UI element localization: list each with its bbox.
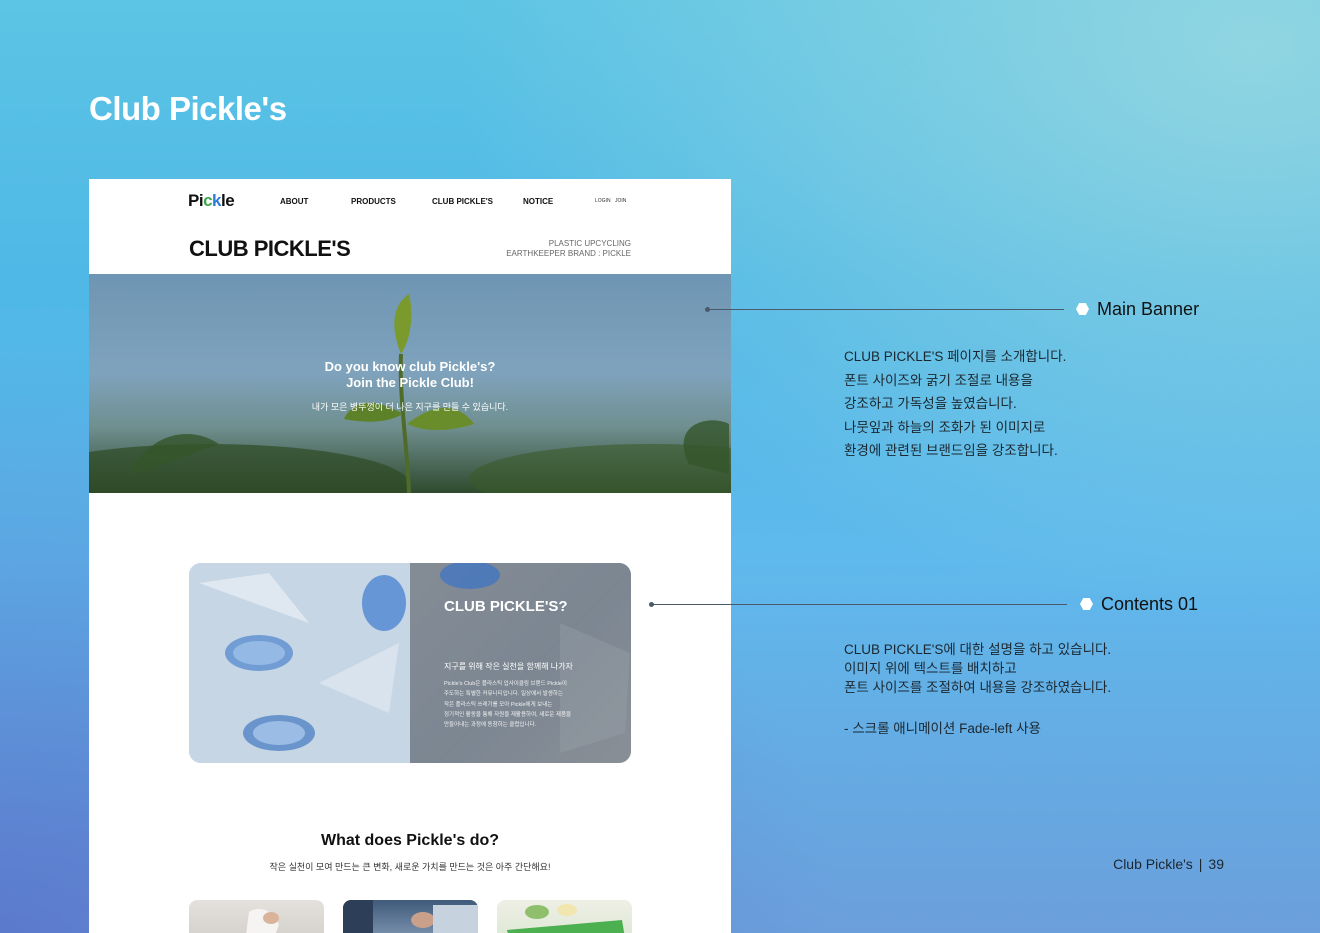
page-title: CLUB PICKLE'S [189, 236, 351, 261]
site-nav: Pickle ABOUT PRODUCTS CLUB PICKLE'S NOTI… [89, 179, 731, 221]
annotation-title: Main Banner [1097, 299, 1200, 319]
login-link[interactable]: LOGIN [595, 198, 611, 204]
banner-heading-1: Do you know club Pickle's? [324, 359, 496, 374]
banner-heading-2: Join the Pickle Club! [346, 375, 474, 390]
thumbnail-image[interactable] [343, 900, 478, 933]
thumbnail-image[interactable] [497, 900, 632, 933]
annotation-title: Contents 01 [1101, 594, 1199, 614]
recycle-box-image [507, 904, 625, 933]
annotation-body: CLUB PICKLE'S 페이지를 소개합니다. 폰트 사이즈와 굵기 조절로… [844, 349, 1067, 458]
card-body: Pickle's Club은 플라스틱 업사이클링 브랜드 Pickle이 주도… [444, 681, 572, 729]
page-footer: Club Pickle's | 39 [1113, 856, 1224, 872]
section-subtitle: 작은 실천이 모여 만드는 큰 변화, 새로운 가치를 만드는 것은 아주 간단… [269, 862, 551, 872]
banner-caption: 내가 모은 병뚜껑이 더 나은 지구를 만들 수 있습니다. [311, 402, 509, 412]
nav-item-notice[interactable]: NOTICE [523, 197, 553, 206]
page-subtitle: PLASTIC UPCYCLING EARTHKEEPER BRAND : PI… [506, 239, 631, 258]
plastic-bottles-image [189, 563, 410, 763]
card-title: CLUB PICKLE'S? [444, 598, 568, 615]
connector-line [705, 307, 1064, 312]
hexagon-bullet-icon [1080, 598, 1093, 610]
section-title: What does Pickle's do? [320, 832, 500, 849]
nav-item-products[interactable]: PRODUCTS [351, 197, 396, 206]
nav-item-about[interactable]: ABOUT [280, 197, 308, 206]
pickle-logo[interactable]: Pickle [188, 191, 235, 211]
main-banner: Do you know club Pickle's? Join the Pick… [89, 274, 731, 493]
club-intro-card: CLUB PICKLE'S? 지구를 위해 작은 실천을 함께해 나가자 Pic… [189, 563, 631, 763]
footer-label: Club Pickle's [1113, 856, 1193, 872]
annotation-body: CLUB PICKLE'S에 대한 설명을 하고 있습니다. 이미지 위에 텍스… [844, 642, 1112, 736]
join-link[interactable]: JOIN [615, 198, 626, 204]
website-mockup: Pickle ABOUT PRODUCTS CLUB PICKLE'S NOTI… [89, 179, 731, 933]
card-subtitle: 지구를 위해 작은 실천을 함께해 나가자 [444, 662, 573, 671]
footer-separator: | [1198, 856, 1203, 872]
thumbnail-image[interactable] [189, 900, 324, 933]
person-image [343, 900, 478, 933]
nav-item-club-pickles[interactable]: CLUB PICKLE'S [432, 197, 493, 206]
hand-bag-image [246, 908, 279, 933]
deck-title: Club Pickle's [89, 90, 287, 127]
connector-line [649, 602, 1067, 607]
page-number: 39 [1208, 856, 1224, 872]
hexagon-bullet-icon [1076, 303, 1089, 315]
